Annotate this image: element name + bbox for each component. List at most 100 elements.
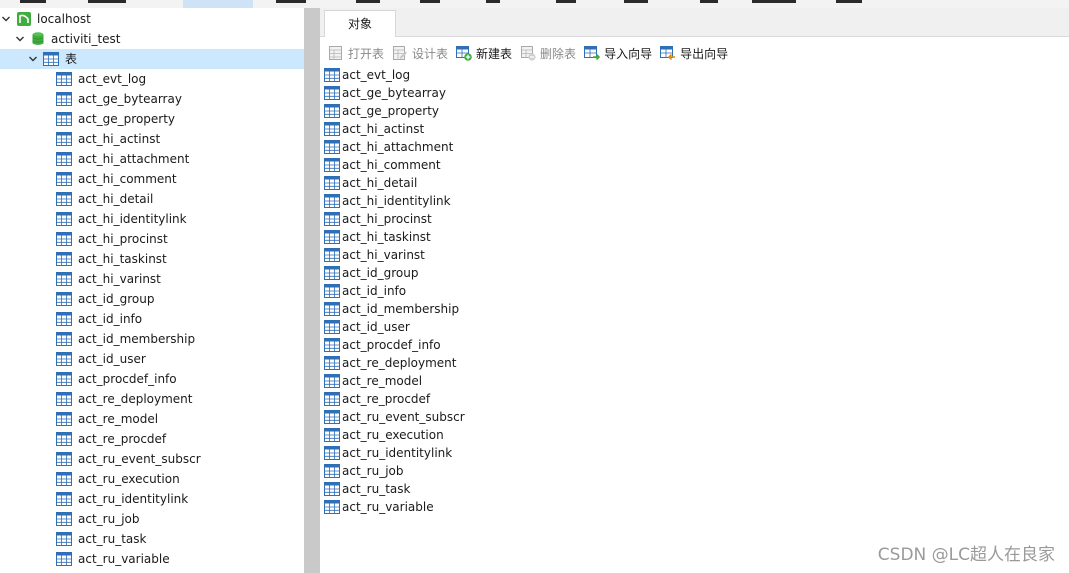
tree-item-table[interactable]: act_evt_log bbox=[0, 69, 304, 89]
object-list-item[interactable]: act_ru_identitylink bbox=[324, 444, 452, 462]
tree-item-database[interactable]: activiti_test bbox=[0, 29, 304, 49]
object-list-item[interactable]: act_hi_detail bbox=[324, 174, 417, 192]
table-icon bbox=[324, 157, 340, 173]
object-list-item[interactable]: act_id_group bbox=[324, 264, 418, 282]
tree-item-table[interactable]: act_hi_actinst bbox=[0, 129, 304, 149]
table-icon bbox=[56, 211, 72, 227]
table-icon bbox=[56, 431, 72, 447]
tree-item-table[interactable]: act_hi_varinst bbox=[0, 269, 304, 289]
object-list-item[interactable]: act_id_user bbox=[324, 318, 410, 336]
tree-item-table[interactable]: act_re_deployment bbox=[0, 389, 304, 409]
object-list-item[interactable]: act_re_procdef bbox=[324, 390, 430, 408]
table-icon bbox=[56, 551, 72, 567]
tree-item-table[interactable]: act_ge_bytearray bbox=[0, 89, 304, 109]
object-toolbar: 打开表 设计表 新建表 删除表 导入向导 导出向导 bbox=[320, 42, 1069, 64]
open-table-button[interactable]: 打开表 bbox=[328, 42, 384, 64]
object-list-item[interactable]: act_id_info bbox=[324, 282, 406, 300]
delete-table-button[interactable]: 删除表 bbox=[520, 42, 576, 64]
tree-item-table[interactable]: act_ru_task bbox=[0, 529, 304, 549]
object-list-item[interactable]: act_hi_identitylink bbox=[324, 192, 451, 210]
tree-item-table[interactable]: act_id_group bbox=[0, 289, 304, 309]
object-list-item[interactable]: act_hi_attachment bbox=[324, 138, 453, 156]
object-list-item-label: act_hi_identitylink bbox=[342, 194, 451, 208]
tree-item-table[interactable]: act_ru_event_subscr bbox=[0, 449, 304, 469]
table-icon bbox=[324, 103, 340, 119]
tree-item-table[interactable]: act_id_user bbox=[0, 349, 304, 369]
object-list-item[interactable]: act_ru_execution bbox=[324, 426, 444, 444]
chevron-down-icon[interactable] bbox=[0, 13, 12, 25]
tree-item-table[interactable]: act_re_procdef bbox=[0, 429, 304, 449]
toolbar-label-fragment bbox=[836, 0, 862, 3]
tree-item-table[interactable]: act_ru_identitylink bbox=[0, 489, 304, 509]
tree-item-table[interactable]: act_ru_job bbox=[0, 509, 304, 529]
object-list-item-label: act_ru_event_subscr bbox=[342, 410, 465, 424]
tab-bar: 对象 bbox=[320, 8, 1069, 37]
table-icon bbox=[324, 481, 340, 497]
delete-table-icon bbox=[521, 46, 536, 61]
object-list-item[interactable]: act_id_membership bbox=[324, 300, 459, 318]
tree-item-table[interactable]: act_re_model bbox=[0, 409, 304, 429]
tree-item-label: act_re_deployment bbox=[78, 392, 193, 406]
import-wizard-button[interactable]: 导入向导 bbox=[584, 42, 652, 64]
table-icon bbox=[324, 355, 340, 371]
chevron-down-icon[interactable] bbox=[27, 53, 39, 65]
pane-splitter[interactable] bbox=[304, 8, 320, 573]
tree-item-table[interactable]: act_id_membership bbox=[0, 329, 304, 349]
table-icon bbox=[56, 511, 72, 527]
tree-item-table[interactable]: act_ru_variable bbox=[0, 549, 304, 569]
new-table-button[interactable]: 新建表 bbox=[456, 42, 512, 64]
table-icon bbox=[56, 491, 72, 507]
toolbar-label-fragment bbox=[420, 0, 440, 3]
object-list-item[interactable]: act_ge_property bbox=[324, 102, 439, 120]
object-list-item[interactable]: act_ru_variable bbox=[324, 498, 434, 516]
tree-item-table[interactable]: act_ru_execution bbox=[0, 469, 304, 489]
object-list-item[interactable]: act_procdef_info bbox=[324, 336, 441, 354]
tree-item-table[interactable]: act_procdef_info bbox=[0, 369, 304, 389]
object-list-item-label: act_re_model bbox=[342, 374, 423, 388]
object-list-item[interactable]: act_re_deployment bbox=[324, 354, 457, 372]
tree-item-connection[interactable]: localhost bbox=[0, 9, 304, 29]
database-icon bbox=[30, 31, 46, 47]
object-list-item[interactable]: act_hi_actinst bbox=[324, 120, 424, 138]
design-table-button[interactable]: 设计表 bbox=[392, 42, 448, 64]
object-list-item-label: act_hi_detail bbox=[342, 176, 418, 190]
object-list-item[interactable]: act_ru_job bbox=[324, 462, 404, 480]
table-icon bbox=[43, 51, 59, 67]
object-list-item[interactable]: act_hi_comment bbox=[324, 156, 441, 174]
tree-item-table[interactable]: act_hi_identitylink bbox=[0, 209, 304, 229]
object-list-item[interactable]: act_ge_bytearray bbox=[324, 84, 446, 102]
object-list-item[interactable]: act_hi_procinst bbox=[324, 210, 432, 228]
tree-item-table[interactable]: act_ge_property bbox=[0, 109, 304, 129]
tree-item-table[interactable]: act_hi_taskinst bbox=[0, 249, 304, 269]
tree-item-table[interactable]: act_hi_comment bbox=[0, 169, 304, 189]
tree-item-label: act_evt_log bbox=[78, 72, 147, 86]
tree-item-label: act_id_membership bbox=[78, 332, 196, 346]
object-list-item[interactable]: act_hi_taskinst bbox=[324, 228, 431, 246]
object-list-item-label: act_id_info bbox=[342, 284, 407, 298]
export-wizard-button[interactable]: 导出向导 bbox=[660, 42, 728, 64]
chevron-down-icon[interactable] bbox=[14, 33, 26, 45]
object-list-item-label: act_procdef_info bbox=[342, 338, 441, 352]
tree-item-label: act_re_procdef bbox=[78, 432, 167, 446]
table-icon bbox=[324, 67, 340, 83]
active-toolbar-button[interactable] bbox=[183, 0, 253, 8]
tree-item-table[interactable]: act_id_info bbox=[0, 309, 304, 329]
open-table-icon bbox=[329, 46, 342, 60]
tab-objects[interactable]: 对象 bbox=[324, 10, 396, 37]
object-list-item-label: act_id_group bbox=[342, 266, 419, 280]
tree-item-tables-folder[interactable]: 表 bbox=[0, 49, 304, 69]
object-list-item[interactable]: act_ru_task bbox=[324, 480, 410, 498]
tree-item-table[interactable]: act_hi_detail bbox=[0, 189, 304, 209]
tree-item-table[interactable]: act_hi_procinst bbox=[0, 229, 304, 249]
object-list-item[interactable]: act_ru_event_subscr bbox=[324, 408, 465, 426]
tree-item-table[interactable]: act_hi_attachment bbox=[0, 149, 304, 169]
object-list-item-label: act_hi_actinst bbox=[342, 122, 425, 136]
object-list-item-label: act_re_deployment bbox=[342, 356, 457, 370]
tree-item-label: act_ru_task bbox=[78, 532, 147, 546]
object-list-item[interactable]: act_re_model bbox=[324, 372, 422, 390]
tree-item-label: act_hi_taskinst bbox=[78, 252, 167, 266]
object-list-item[interactable]: act_evt_log bbox=[324, 66, 410, 84]
object-list-item[interactable]: act_hi_varinst bbox=[324, 246, 425, 264]
table-icon bbox=[324, 463, 340, 479]
table-icon bbox=[324, 175, 340, 191]
